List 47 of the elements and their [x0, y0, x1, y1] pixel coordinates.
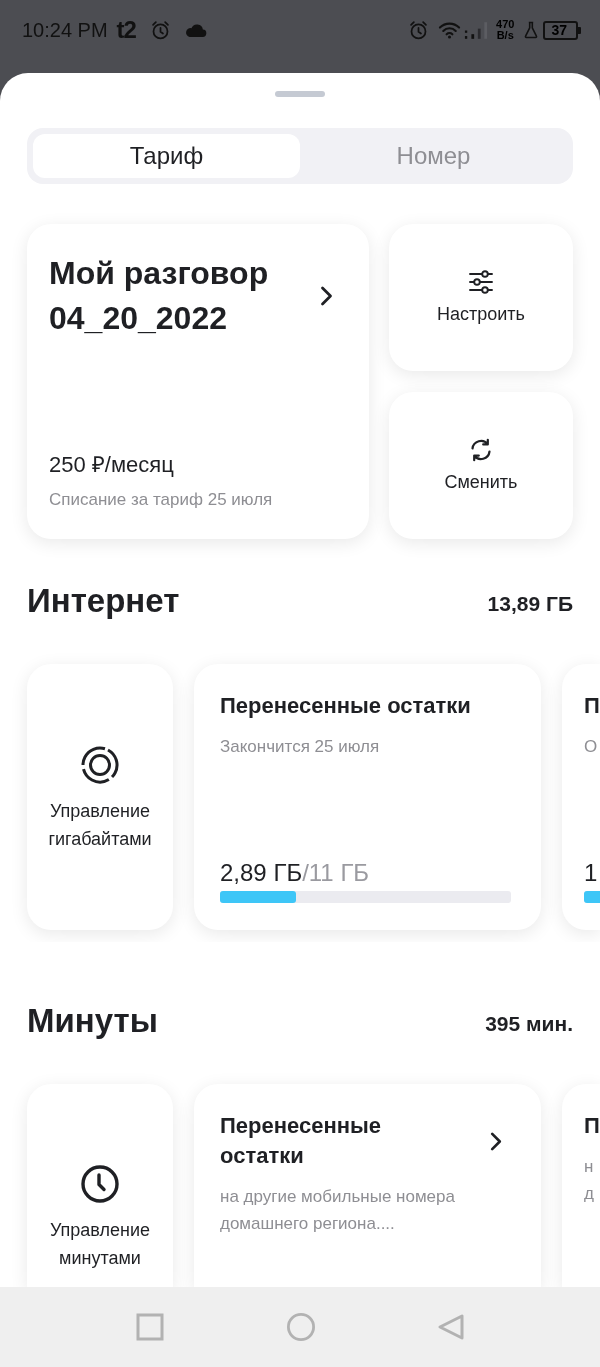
home-circle-icon[interactable] — [286, 1313, 315, 1341]
net-speed-unit: B/s — [496, 30, 514, 41]
manage-minutes-card[interactable]: Управление минутами — [27, 1084, 173, 1287]
back-icon[interactable] — [437, 1313, 465, 1341]
manage-gigabytes-card[interactable]: Управление гигабайтами — [27, 664, 173, 930]
flask-icon — [524, 21, 539, 39]
section-title: Интернет — [27, 582, 180, 620]
section-total: 395 мин. — [485, 1011, 573, 1036]
sliders-icon — [468, 269, 494, 295]
refresh-icon — [468, 437, 494, 463]
balance-note: О — [584, 736, 599, 758]
carrier-logo: t2 — [116, 16, 136, 44]
tariff-price: 250 ₽/месяц — [49, 451, 175, 479]
tab[interactable]: Тариф — [33, 134, 300, 178]
balance-card[interactable]: Перенесенные остатки Закончится 25 июля 2,89 ГБ/11 ГБ — [194, 664, 541, 930]
section-title: Минуты — [27, 1002, 158, 1040]
balance-amount: 2,89 ГБ/11 ГБ — [220, 858, 371, 888]
chevron-right-icon — [320, 286, 333, 306]
balance-note: н д — [584, 1156, 595, 1205]
balance-amount: 1 — [584, 858, 599, 888]
configure-button[interactable]: Настроить — [389, 224, 573, 371]
balance-card[interactable]: П н д — [562, 1084, 600, 1287]
switch-tariff-button[interactable]: Сменить — [389, 392, 573, 539]
balance-title: П — [584, 1112, 600, 1140]
wifi-icon — [438, 21, 462, 39]
ring-icon — [80, 745, 120, 785]
alarm-clock-icon — [149, 19, 171, 41]
cloud-icon — [184, 22, 207, 38]
net-speed-value: 470 — [496, 19, 515, 30]
status-time: 10:24 PM — [22, 18, 108, 42]
section-total: 13,89 ГБ — [487, 591, 573, 616]
battery-indicator: 37 — [543, 20, 578, 40]
signal-bars-icon — [464, 20, 489, 40]
clock-icon — [80, 1164, 120, 1204]
balance-title: П — [584, 692, 600, 720]
tariff-card[interactable]: Мой разговор 04_20_2022 250 ₽/месяц Списание за тариф 25 июля — [27, 224, 369, 539]
balance-card[interactable]: Перенесенные остатки на другие мобильные номера домашнего региона.... — [194, 1084, 541, 1287]
balance-card[interactable]: П О 1 — [562, 664, 600, 930]
balance-title: Перенесенные остатки — [220, 1112, 383, 1170]
alarm-clock-icon — [408, 19, 430, 41]
balance-note: на другие мобильные номера домашнего региона.... — [220, 1186, 456, 1235]
tariff-name: Мой разговор 04_20_2022 — [49, 254, 270, 338]
balance-title: Перенесенные остатки — [220, 692, 471, 720]
charge-date-note: Списание за тариф 25 июля — [49, 489, 274, 511]
balance-note: Закончится 25 июля — [220, 736, 381, 758]
drag-handle[interactable] — [275, 91, 325, 97]
recent-apps-icon[interactable] — [136, 1313, 164, 1341]
